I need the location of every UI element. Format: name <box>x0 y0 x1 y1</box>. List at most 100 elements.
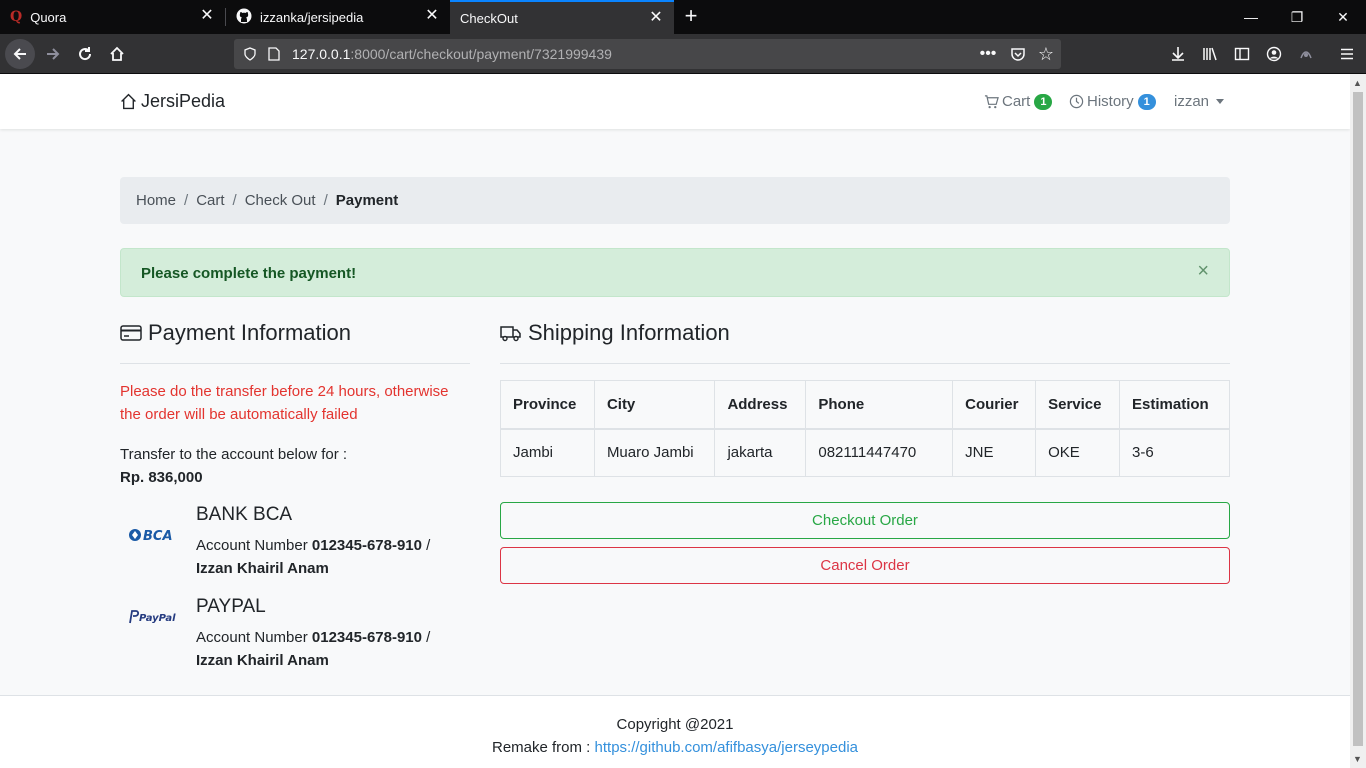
account-separator: / <box>426 537 431 554</box>
quora-icon: Q <box>10 9 23 25</box>
success-alert: Please complete the payment! × <box>120 248 1230 297</box>
table-header-row: Province City Address Phone Courier Serv… <box>500 380 1230 430</box>
extension-icon[interactable] <box>1291 39 1321 69</box>
sidebar-icon[interactable] <box>1227 39 1257 69</box>
clock-icon <box>1069 94 1084 109</box>
forward-button[interactable] <box>38 39 68 69</box>
history-label: History <box>1087 93 1134 110</box>
bank-bca: BCA BANK BCA Account Number 012345-678-9… <box>120 504 470 577</box>
divider <box>500 363 1230 364</box>
truck-icon <box>500 326 521 342</box>
shipping-title-text: Shipping Information <box>528 320 730 345</box>
github-icon <box>236 8 252 27</box>
bca-logo: BCA <box>128 526 178 546</box>
checkout-order-button[interactable]: Checkout Order <box>500 502 1230 539</box>
credit-card-icon <box>120 325 142 341</box>
tab-quora[interactable]: Q Quora ✕ <box>0 0 225 34</box>
table-row: Jambi Muaro Jambi jakarta 082111447470 J… <box>500 428 1230 477</box>
scrollbar-thumb[interactable] <box>1353 92 1363 746</box>
page-scrollbar[interactable]: ▲ ▼ <box>1350 74 1366 768</box>
close-icon[interactable]: ✕ <box>199 8 215 24</box>
new-tab-button[interactable]: + <box>680 4 702 30</box>
home-button[interactable] <box>102 39 132 69</box>
reload-button[interactable] <box>70 39 100 69</box>
divider <box>120 363 470 364</box>
library-icon[interactable] <box>1195 39 1225 69</box>
breadcrumb-home[interactable]: Home <box>136 192 176 209</box>
remake-label: Remake from : <box>491 739 591 756</box>
account-icon[interactable] <box>1259 39 1289 69</box>
minimize-button[interactable]: — <box>1228 0 1274 34</box>
table-cell: jakarta <box>714 428 807 477</box>
page-icon <box>264 44 284 64</box>
payment-title: Payment Information <box>120 320 351 346</box>
shield-icon[interactable] <box>240 44 260 64</box>
cancel-order-button[interactable]: Cancel Order <box>500 547 1230 584</box>
account-holder: Izzan Khairil Anam <box>196 560 329 577</box>
close-icon[interactable]: × <box>1197 261 1209 281</box>
pocket-icon[interactable] <box>1008 44 1028 64</box>
brand-name: JersiPedia <box>141 91 226 111</box>
table-cell: JNE <box>952 428 1037 477</box>
bca-logo-text: BCA <box>143 529 173 544</box>
back-button[interactable] <box>5 39 35 69</box>
caret-down-icon <box>1216 99 1225 104</box>
url-host: 127.0.0.1 <box>292 46 351 62</box>
payment-warning: Please do the transfer before 24 hours, … <box>120 383 449 423</box>
close-window-button[interactable]: ✕ <box>1320 0 1366 34</box>
browser-tab-bar: Q Quora ✕ izzanka/jersipedia ✕ CheckOut … <box>0 0 1366 34</box>
cart-label: Cart <box>1002 93 1031 110</box>
column-header: Province <box>500 380 595 430</box>
browser-toolbar: 127.0.0.1:8000/cart/checkout/payment/732… <box>0 34 1366 74</box>
transfer-amount: Rp. 836,000 <box>120 469 203 486</box>
breadcrumb-separator: / <box>184 192 189 209</box>
tab-github[interactable]: izzanka/jersipedia ✕ <box>226 0 450 34</box>
url-path: :8000/cart/checkout/payment/7321999439 <box>350 46 612 62</box>
tab-checkout[interactable]: CheckOut ✕ <box>450 0 674 34</box>
column-header: Estimation <box>1119 380 1230 430</box>
cart-icon <box>984 95 999 109</box>
close-icon[interactable]: ✕ <box>648 10 664 26</box>
close-icon[interactable]: ✕ <box>424 8 440 24</box>
breadcrumb-checkout[interactable]: Check Out <box>245 192 316 209</box>
breadcrumb-cart[interactable]: Cart <box>196 192 224 209</box>
account-number: 012345-678-910 <box>311 537 422 554</box>
download-icon[interactable] <box>1163 39 1193 69</box>
remake-link[interactable]: https://github.com/afifbasya/jerseypedia <box>595 739 858 756</box>
arrow-left-icon <box>13 48 26 60</box>
footer: Copyright @2021 Remake from : https://gi… <box>0 695 1350 768</box>
url-bar[interactable]: 127.0.0.1:8000/cart/checkout/payment/732… <box>234 39 1061 69</box>
copyright-text: Copyright @2021 <box>616 716 734 733</box>
brand-link[interactable]: JersiPedia <box>120 91 225 112</box>
nav-history[interactable]: History 1 <box>1069 93 1156 110</box>
nav-cart[interactable]: Cart 1 <box>984 93 1053 110</box>
bank-name: PAYPAL <box>196 596 266 617</box>
table-cell: Muaro Jambi <box>593 428 716 477</box>
restore-button[interactable]: ❐ <box>1274 0 1320 34</box>
account-label: Account Number <box>196 629 308 646</box>
table-cell: Jambi <box>500 428 595 477</box>
page-content: JersiPedia Cart 1 History 1 izzan Home /… <box>0 74 1350 768</box>
cart-count-badge: 1 <box>1034 93 1053 110</box>
scroll-down-arrow[interactable]: ▼ <box>1353 754 1362 764</box>
tab-title: CheckOut <box>460 10 518 26</box>
url-text: 127.0.0.1:8000/cart/checkout/payment/732… <box>292 46 612 62</box>
table-cell: OKE <box>1035 428 1121 477</box>
column-header: Courier <box>952 380 1037 430</box>
column-header: Service <box>1035 380 1121 430</box>
transfer-info: Transfer to the account below for : Rp. … <box>120 443 347 489</box>
breadcrumb-payment: Payment <box>335 192 399 209</box>
paypal-logo-text: PayPal <box>139 613 176 624</box>
more-actions-icon[interactable]: ••• <box>978 44 998 64</box>
column-header: Phone <box>805 380 954 430</box>
tab-title: izzanka/jersipedia <box>260 9 364 25</box>
menu-icon[interactable] <box>1332 39 1362 69</box>
star-icon[interactable]: ☆ <box>1036 44 1056 64</box>
user-dropdown[interactable]: izzan <box>1174 93 1225 110</box>
account-label: Account Number <box>196 537 308 554</box>
account-holder: Izzan Khairil Anam <box>196 652 329 669</box>
column-header: Address <box>714 380 807 430</box>
home-icon <box>121 93 136 110</box>
tab-title: Quora <box>30 9 67 25</box>
scroll-up-arrow[interactable]: ▲ <box>1353 78 1362 88</box>
